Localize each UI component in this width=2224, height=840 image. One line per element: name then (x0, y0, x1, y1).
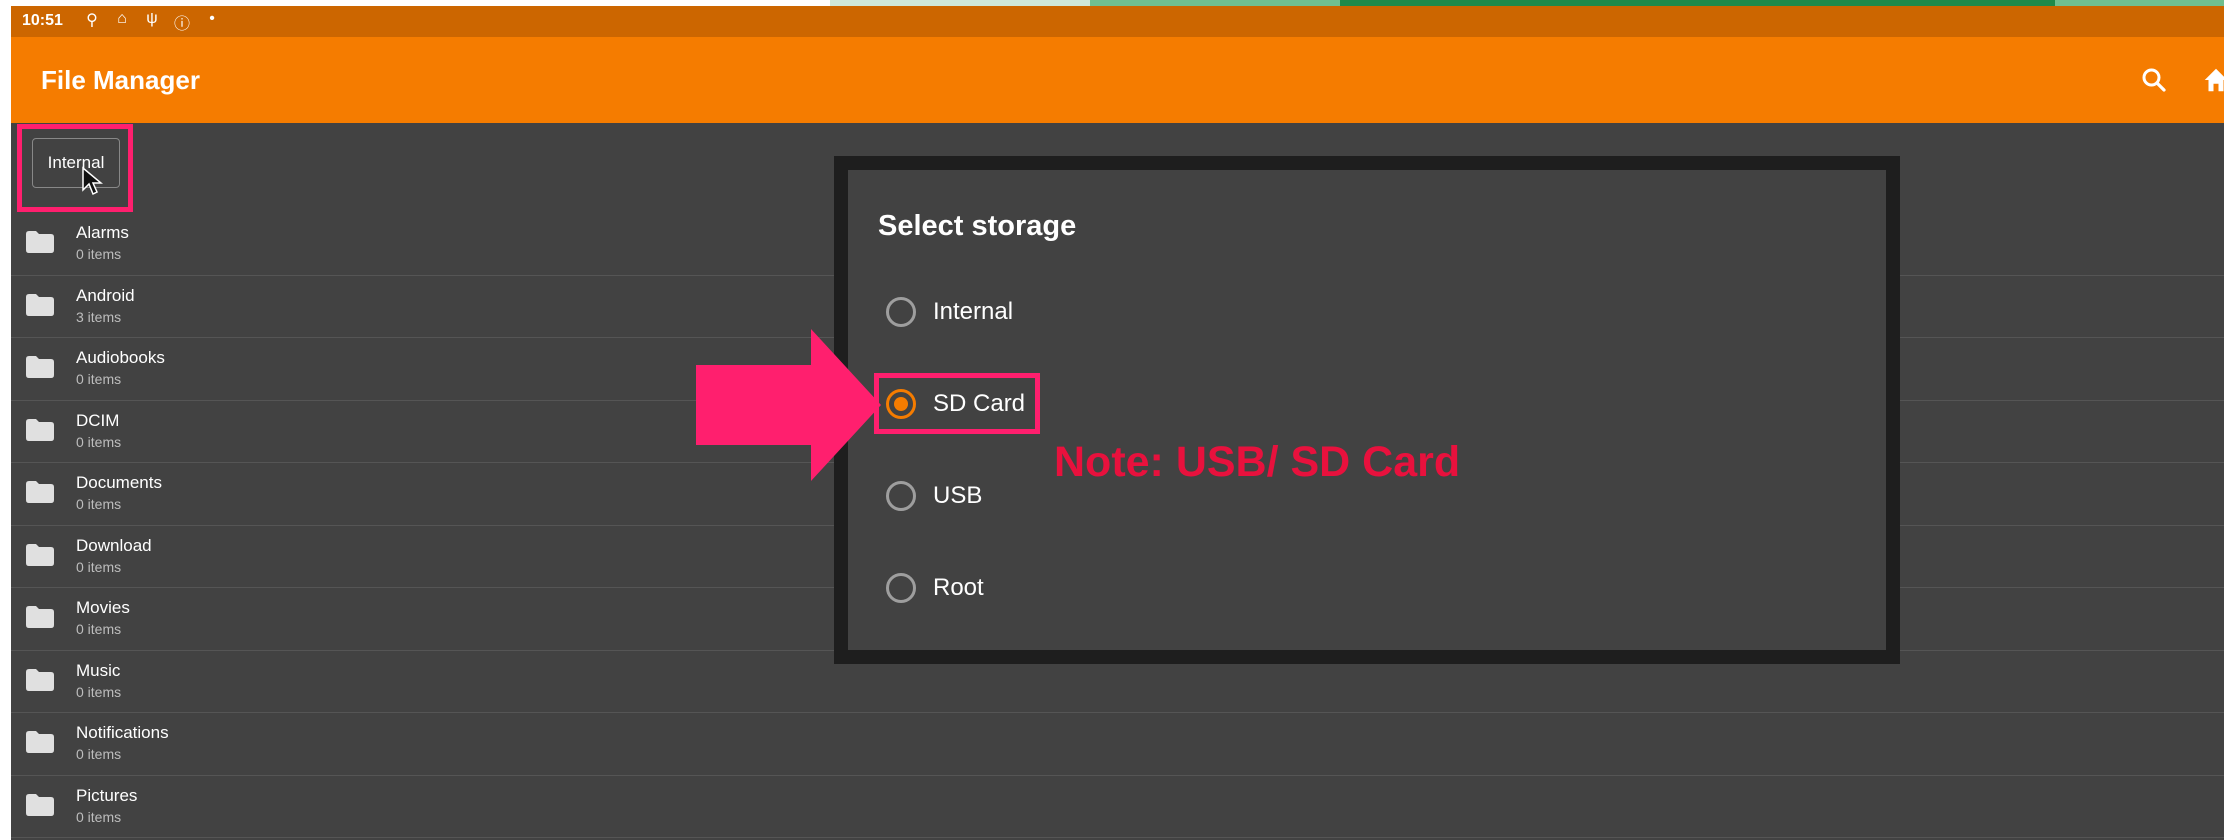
file-item-count: 0 items (76, 746, 122, 762)
folder-icon (26, 543, 54, 566)
folder-icon (26, 293, 54, 316)
storage-option-internal[interactable]: Internal (886, 292, 1013, 332)
file-name: Notifications (76, 723, 169, 742)
folder-icon (26, 231, 54, 253)
info-icon: ⓘ (173, 16, 190, 33)
file-item-count: 0 items (76, 621, 122, 637)
file-name: Music (76, 660, 121, 680)
radio-button[interactable] (886, 481, 916, 511)
dot-icon: • (209, 10, 215, 27)
folder-icon (26, 418, 54, 441)
folder-icon (26, 793, 54, 816)
location-icon: ⚲ (86, 12, 98, 29)
folder-icon (26, 606, 54, 628)
mouse-cursor-icon (82, 166, 103, 196)
folder-icon (26, 668, 54, 691)
radio-button[interactable] (886, 573, 916, 603)
annotation-note: Note: USB/ SD Card (1054, 438, 1461, 486)
search-icon[interactable] (2139, 65, 2169, 95)
file-item-count: 0 items (76, 433, 122, 450)
file-name: Android (76, 285, 135, 305)
file-item-count: 0 items (76, 496, 122, 512)
file-name: DCIM (76, 410, 120, 430)
file-row-notifications[interactable]: Notifications 0 items (11, 713, 2224, 776)
file-name: Audiobooks (76, 348, 165, 367)
file-row-pictures[interactable]: Pictures 0 items (11, 776, 2224, 838)
dialog-title: Select storage (878, 210, 1077, 242)
app-title: File Manager (41, 65, 200, 95)
file-item-count: 0 items (76, 371, 122, 387)
file-item-count: 0 items (76, 558, 122, 575)
home-icon[interactable] (2201, 65, 2224, 95)
pointer-arrow-icon (696, 329, 881, 481)
storage-option-root[interactable]: Root (886, 568, 984, 608)
usb-icon: ψ (146, 10, 158, 27)
option-label: Root (933, 574, 984, 601)
file-name: Documents (76, 473, 162, 492)
sd-card-highlight-box (874, 373, 1040, 434)
home-status-icon: ⌂ (117, 10, 127, 27)
option-label: USB (933, 482, 983, 509)
file-item-count: 0 items (76, 683, 122, 700)
file-item-count: 3 items (76, 308, 122, 325)
radio-button[interactable] (886, 297, 916, 327)
file-name: Download (76, 535, 152, 555)
file-name: Pictures (76, 785, 138, 805)
file-name: Alarms (76, 223, 129, 242)
breadcrumb-highlight-box (17, 124, 133, 212)
file-item-count: 0 items (76, 808, 122, 825)
folder-icon (26, 731, 54, 753)
status-bar: 10:51 ⚲ ⌂ ψ ⓘ • (11, 6, 2224, 37)
file-name: Movies (76, 598, 130, 617)
folder-icon (26, 481, 54, 503)
app-bar: File Manager (11, 37, 2224, 123)
option-label: Internal (933, 298, 1014, 325)
status-time: 10:51 (22, 12, 63, 29)
android-screen: 10:51 ⚲ ⌂ ψ ⓘ • File Manager Internal Al… (11, 6, 2224, 840)
select-storage-dialog: Select storage Internal SD Card USB Root (834, 156, 1900, 664)
storage-option-usb[interactable]: USB (886, 476, 982, 516)
folder-icon (26, 356, 54, 378)
file-item-count: 0 items (76, 246, 122, 262)
